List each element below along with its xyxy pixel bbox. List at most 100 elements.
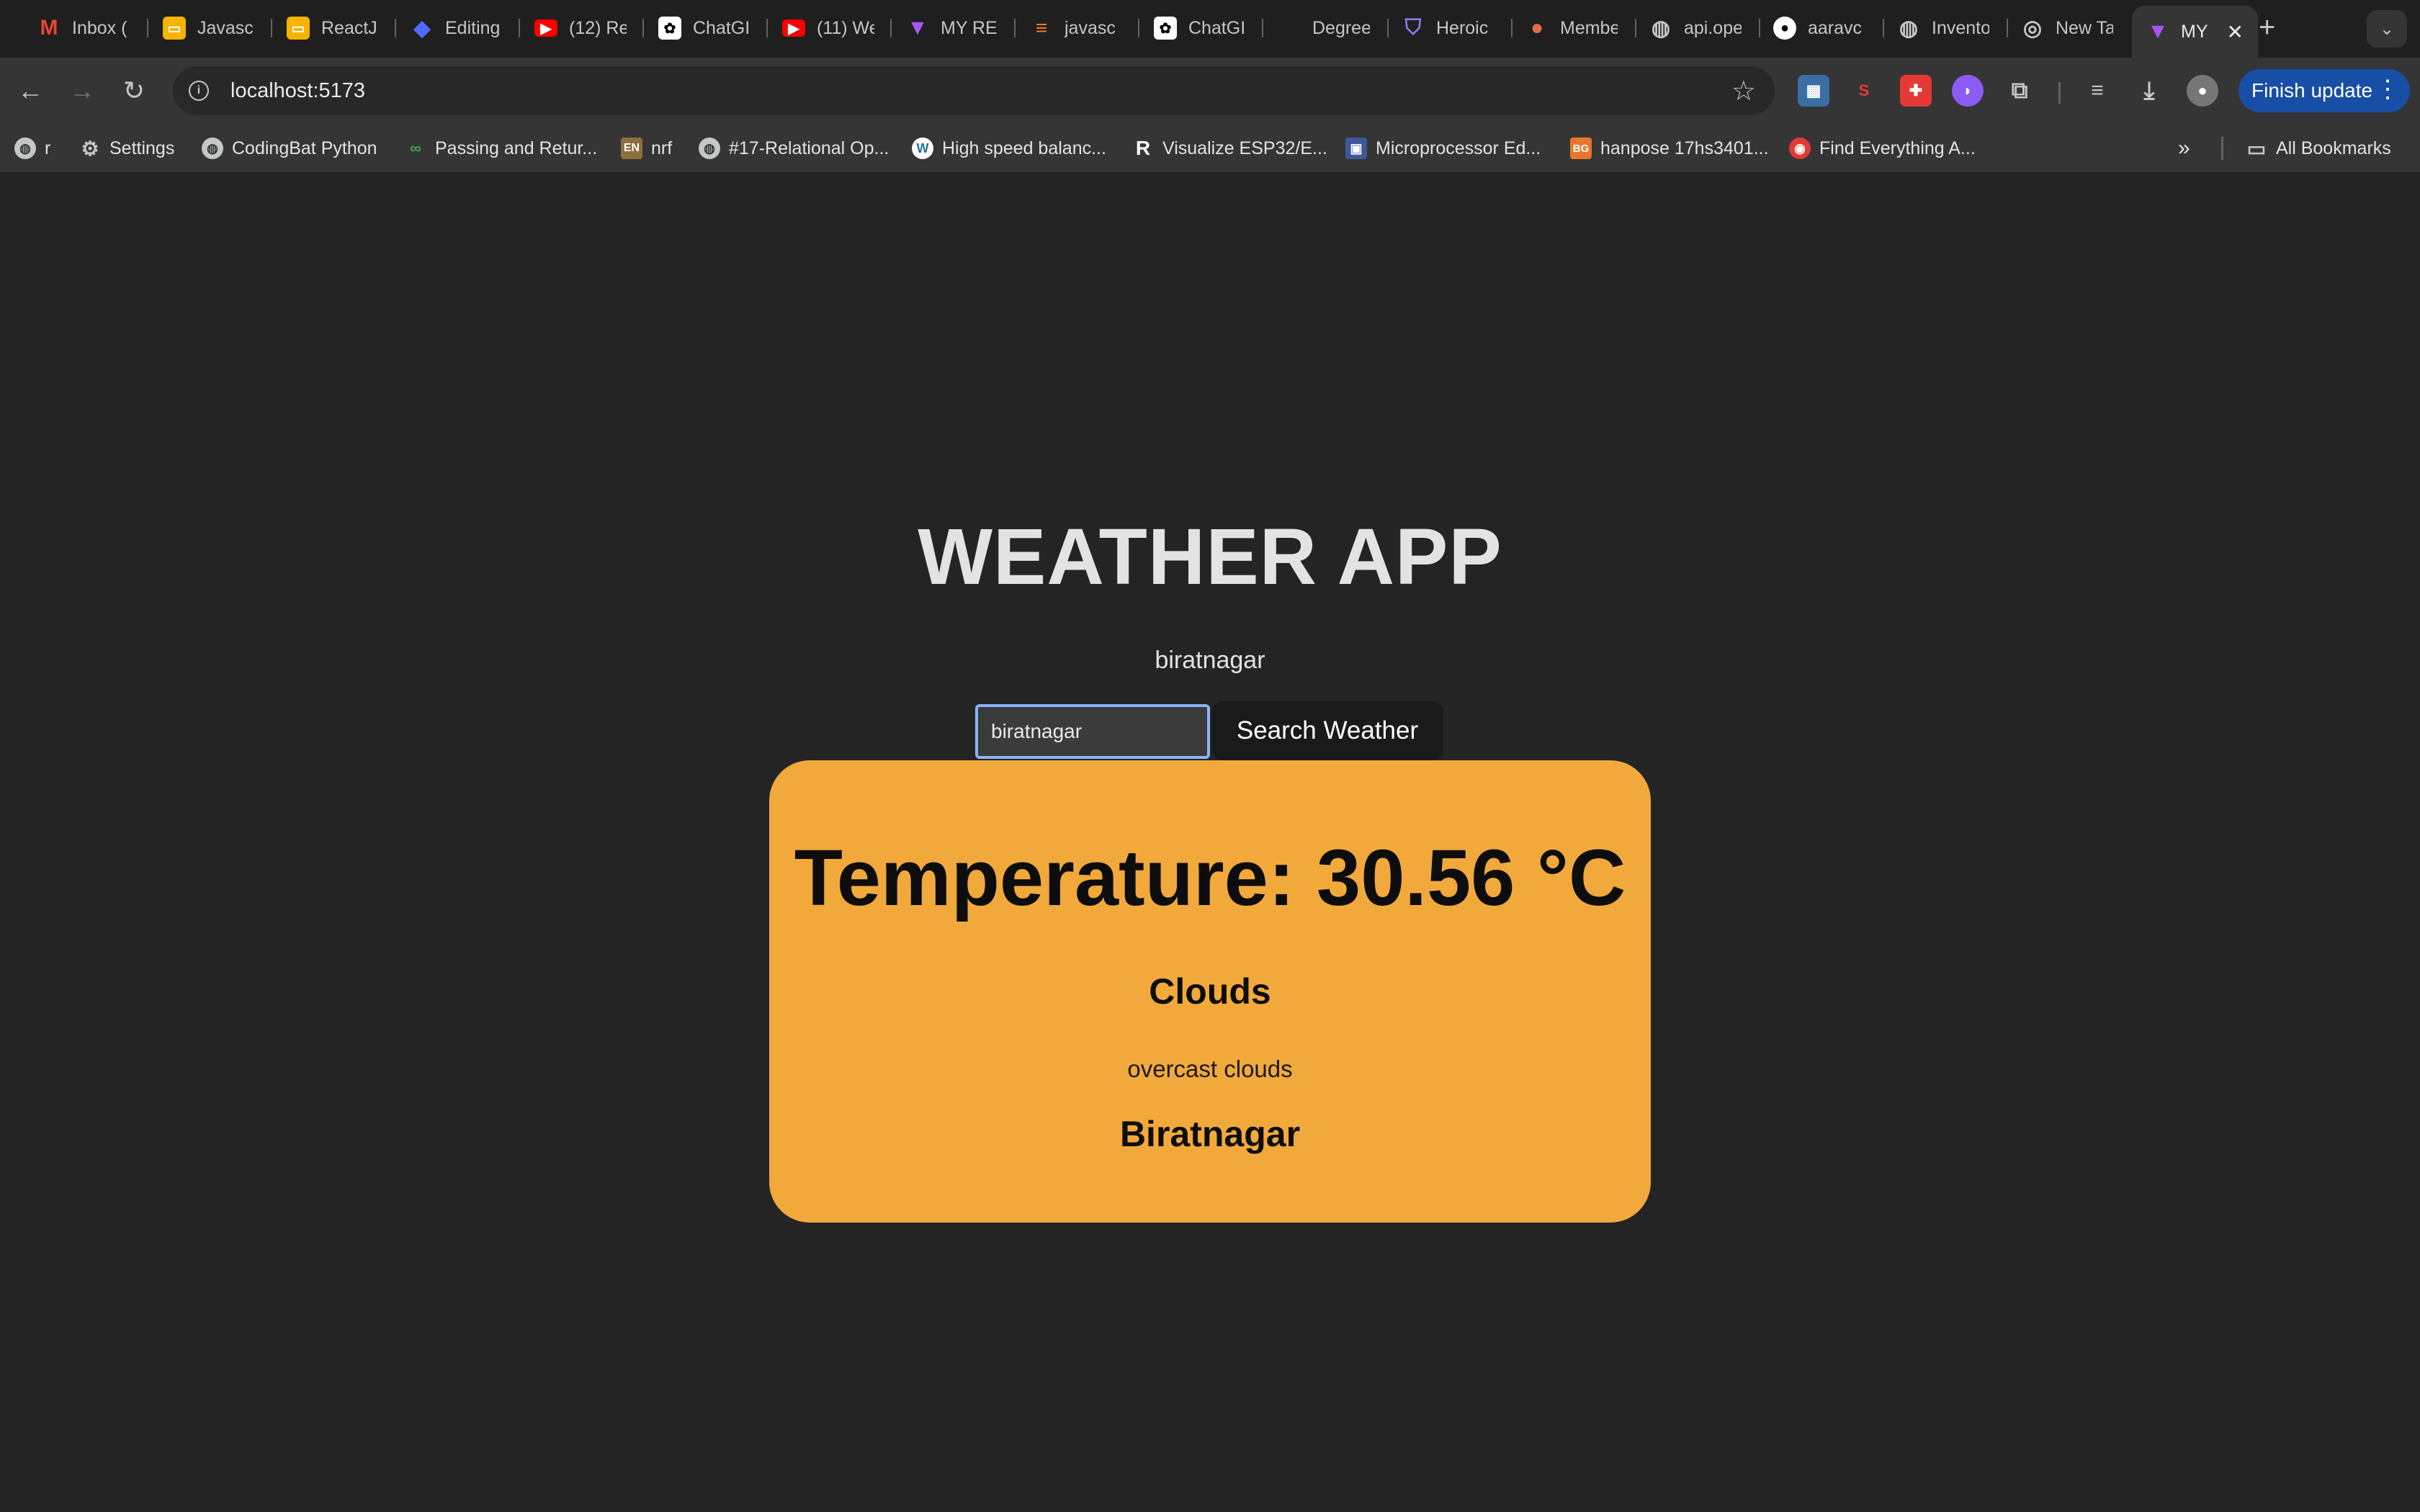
city-name-text: Biratnagar <box>1119 1114 1301 1154</box>
r-icon: R <box>1135 137 1151 159</box>
tab-divider <box>271 19 272 37</box>
tab[interactable]: ▭ Javasc <box>163 10 254 46</box>
extension-icon[interactable]: S <box>1848 75 1880 107</box>
bookmark-star-icon[interactable]: ☆ <box>1731 75 1756 107</box>
folder-icon: ▭ <box>2246 137 2267 160</box>
weather-app-page: WEATHER APP biratnagar Search Weather Te… <box>0 173 2420 1512</box>
close-icon[interactable]: ✕ <box>2227 20 2244 44</box>
search-weather-button[interactable]: Search Weather <box>1211 701 1443 760</box>
bookmark-item[interactable]: ◍ #17-Relational Op... <box>699 135 889 161</box>
shield-icon: ⛉ <box>1404 16 1422 40</box>
chatgpt-icon: ✿ <box>658 17 681 40</box>
city-echo-text: biratnagar <box>1155 647 1265 674</box>
new-tab-button[interactable]: + <box>2259 12 2275 44</box>
tab-divider <box>2007 19 2008 37</box>
tab[interactable]: ✿ ChatGI <box>1154 10 1245 46</box>
tab-divider <box>395 19 396 37</box>
tab-strip: M Inbox ( ▭ Javasc ▭ ReactJ ◆ Editing ▶ … <box>0 0 2420 58</box>
extension-icon[interactable]: ◗ <box>1952 75 1984 107</box>
extension-icon[interactable]: ▦ <box>1798 75 1829 107</box>
chatgpt-icon: ✿ <box>1154 17 1177 40</box>
bookmark-item[interactable]: W High speed balanc... <box>912 135 1106 161</box>
gmail-icon: M <box>40 16 58 40</box>
more-menu-icon[interactable]: ⋮ <box>2375 75 2400 104</box>
tab-divider <box>1883 19 1884 37</box>
page-title: WEATHER APP <box>918 513 1502 601</box>
tab[interactable]: ● aaravc <box>1773 10 1862 46</box>
globe-icon: ◍ <box>1651 16 1671 40</box>
site-info-icon[interactable]: i <box>189 81 209 101</box>
bookmark-item[interactable]: ◍ r <box>14 135 50 161</box>
reading-list-icon[interactable]: ≡ <box>2081 75 2113 107</box>
bookmark-item[interactable]: ◉ Find Everything A... <box>1789 135 1976 161</box>
tab-divider <box>890 19 892 37</box>
blank-icon <box>1278 17 1301 40</box>
tab-divider <box>1138 19 1139 37</box>
tab[interactable]: ⛉ Heroic <box>1402 10 1489 46</box>
tab[interactable]: ◆ Editing <box>411 10 500 46</box>
bookmark-item[interactable]: ◍ CodingBat Python <box>202 135 377 161</box>
city-search-input[interactable] <box>975 704 1210 759</box>
globe-icon: ◍ <box>1899 16 1919 40</box>
tab-search-button[interactable]: ⌄ <box>2367 10 2407 48</box>
forward-button[interactable]: → <box>63 72 101 109</box>
nrf-icon: EN <box>621 138 642 159</box>
gear-icon: ⚙ <box>81 137 99 160</box>
weather-main-text: Clouds <box>1149 971 1271 1012</box>
microprocessor-icon: ▣ <box>1345 138 1367 159</box>
tab[interactable]: ● Membe <box>1525 10 1618 46</box>
globe-icon: ◍ <box>14 138 36 159</box>
tab[interactable]: ▶ (11) We <box>782 10 874 46</box>
weather-description-text: overcast clouds <box>1127 1056 1293 1082</box>
bookmark-item[interactable]: ∞ Passing and Retur... <box>405 135 597 161</box>
avatar[interactable]: ● <box>2187 75 2218 107</box>
bookmark-item[interactable]: ▣ Microprocessor Ed... <box>1345 135 1541 161</box>
address-bar[interactable]: i localhost:5173 ☆ <box>173 66 1775 115</box>
fingerprint-icon: ◉ <box>1789 138 1811 159</box>
tab-divider <box>766 19 768 37</box>
tab[interactable]: M Inbox ( <box>37 10 127 46</box>
download-icon[interactable]: ⤓ <box>2133 75 2165 107</box>
finish-update-button[interactable]: Finish update ⋮ <box>2238 69 2410 112</box>
vite-icon: ▼ <box>2147 19 2169 43</box>
bg-icon: BG <box>1570 138 1592 159</box>
bookmark-item[interactable]: R Visualize ESP32/E... <box>1132 135 1327 161</box>
tab-divider <box>519 19 520 37</box>
all-bookmarks-button[interactable]: ▭ All Bookmarks <box>2246 135 2391 161</box>
tab[interactable]: ◎ New Ta <box>2021 10 2113 46</box>
browser-toolbar: ← → ↻ i localhost:5173 ☆ ▦ S ✚ ◗ ⧉ ≡ ⤓ ●… <box>0 58 2420 124</box>
tab[interactable]: ◍ Invento <box>1897 10 1989 46</box>
puzzle-icon[interactable]: ⧉ <box>2004 75 2035 107</box>
tab-divider <box>1387 19 1389 37</box>
tab-divider <box>1635 19 1636 37</box>
extension-icon[interactable]: ✚ <box>1900 75 1932 107</box>
bookmarks-bar: ◍ r ⚙ Settings ◍ CodingBat Python ∞ Pass… <box>0 124 2420 173</box>
bookmark-item[interactable]: ⚙ Settings <box>79 135 174 161</box>
tab[interactable]: Degree <box>1278 10 1370 46</box>
slides-icon: ▭ <box>287 17 310 40</box>
tab-divider <box>642 19 644 37</box>
youtube-icon: ▶ <box>782 19 805 37</box>
back-button[interactable]: ← <box>12 72 49 109</box>
diamond-icon: ◆ <box>413 16 431 40</box>
toolbar-divider <box>2058 82 2061 104</box>
more-bookmarks-chevron-icon[interactable]: » <box>2178 135 2190 161</box>
tab[interactable]: ✿ ChatGI <box>658 10 750 46</box>
tab[interactable]: ≡ javasc <box>1030 10 1116 46</box>
stackoverflow-icon: ≡ <box>1035 17 1048 39</box>
url-text[interactable]: localhost:5173 <box>230 79 365 103</box>
tab[interactable]: ▼ MY RE <box>906 10 998 46</box>
tab-divider <box>147 19 148 37</box>
globe-icon: ◍ <box>699 138 720 159</box>
temperature-text: Temperature: 30.56 °C <box>794 834 1626 922</box>
helmet-icon: ● <box>1530 16 1544 40</box>
tab[interactable]: ▭ ReactJ <box>287 10 377 46</box>
reload-button[interactable]: ↻ <box>115 72 153 109</box>
chrome-icon: ◎ <box>2022 16 2043 40</box>
bookmark-item[interactable]: BG hanpose 17hs3401... <box>1570 135 1769 161</box>
tab[interactable]: ◍ api.ope <box>1649 10 1742 46</box>
tab-active[interactable]: ▼ MY ✕ <box>2132 6 2258 58</box>
tab[interactable]: ▶ (12) Re <box>534 10 627 46</box>
bookmark-item[interactable]: EN nrf <box>621 135 672 161</box>
geeksforgeeks-icon: ∞ <box>410 139 421 157</box>
